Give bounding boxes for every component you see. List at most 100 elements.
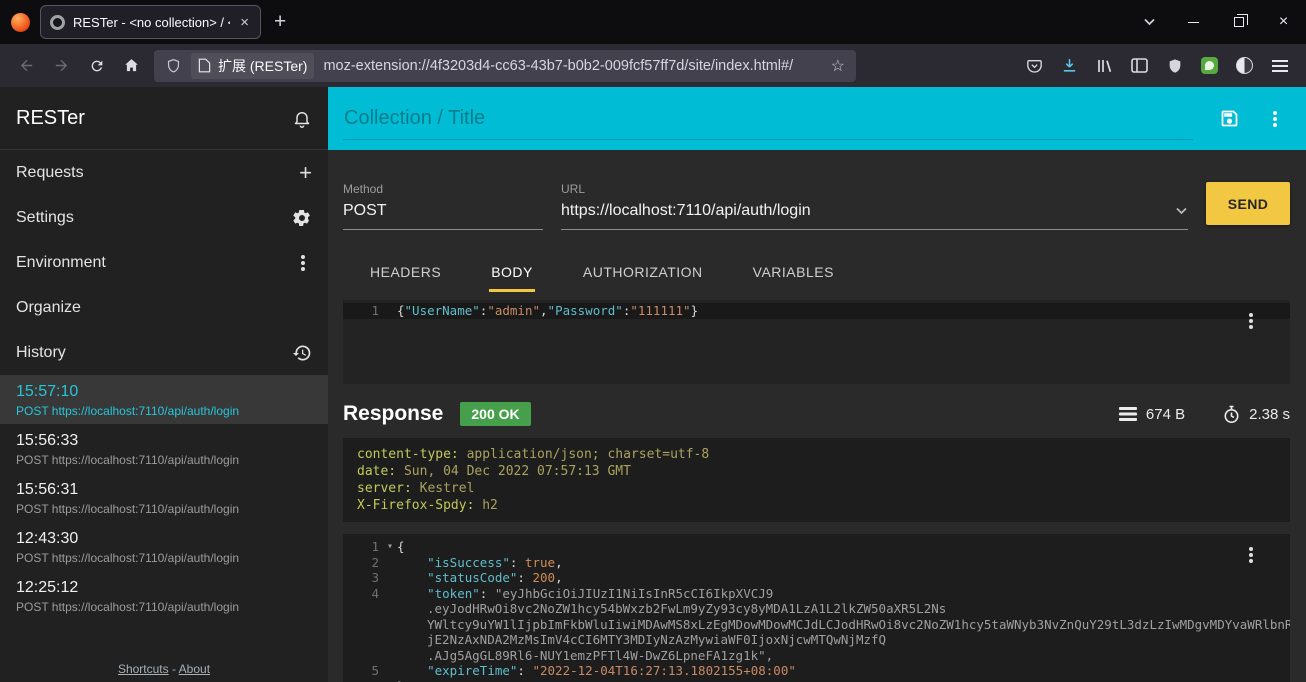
url-bar[interactable]: 扩展 (RESTer) moz-extension://4f3203d4-cc6… <box>154 49 856 82</box>
menu-icon[interactable] <box>1262 50 1297 81</box>
save-request-icon[interactable] <box>1219 108 1240 129</box>
fold-gutter <box>383 586 397 602</box>
history-time: 15:56:31 <box>16 481 79 498</box>
method-field[interactable]: Method POST <box>343 182 543 230</box>
restore-icon <box>1233 14 1248 27</box>
ublock-shield-icon[interactable] <box>1157 50 1192 81</box>
token: : <box>509 554 525 570</box>
notifications-bell-icon[interactable] <box>292 108 312 129</box>
history-time: 15:57:10 <box>16 383 79 400</box>
add-request-icon[interactable]: + <box>299 161 312 183</box>
history-time: 15:56:33 <box>16 432 79 449</box>
tab-variables[interactable]: VARIABLES <box>751 252 836 292</box>
status-badge: 200 OK <box>460 402 531 426</box>
line-number: 1 <box>371 303 379 318</box>
code-text: {"UserName":"admin","Password":"111111"} <box>397 303 1290 319</box>
sidebar-item-label: Settings <box>16 208 74 226</box>
request-url-value[interactable]: https://localhost:7110/api/auth/login <box>561 202 811 220</box>
environment-menu-icon[interactable] <box>294 254 312 272</box>
fold-gutter <box>383 663 397 679</box>
history-item[interactable]: 15:56:33 POST https://localhost:7110/api/… <box>0 424 328 473</box>
list-tabs-chevron-icon[interactable] <box>1128 18 1171 26</box>
response-time-value: 2.38 s <box>1249 405 1290 423</box>
browser-tab[interactable]: RESTer - <no collection> / < × <box>40 5 261 39</box>
dark-reader-icon[interactable] <box>1227 50 1262 81</box>
tab-close-icon[interactable]: × <box>238 14 251 31</box>
settings-gear-icon[interactable] <box>292 208 312 228</box>
history-request: POST https://localhost:7110/api/auth/log… <box>16 600 240 614</box>
fold-arrow-icon[interactable]: ▾ <box>383 539 397 555</box>
tracking-shield-icon[interactable] <box>165 57 182 75</box>
shortcuts-link[interactable]: Shortcuts <box>118 662 169 676</box>
sidebar-item-settings[interactable]: Settings <box>0 195 328 240</box>
history-item[interactable]: 12:25:12 POST https://localhost:7110/api/… <box>0 571 328 620</box>
line-number <box>343 632 383 648</box>
sidebar: RESTer Requests + Settings Environment O… <box>0 87 328 682</box>
request-url-field[interactable]: URL https://localhost:7110/api/auth/logi… <box>561 182 1188 230</box>
token: .AJg5AgGL89Rl6-NUY1emzPFTl4W-DwZ6LpneFA1… <box>427 647 774 663</box>
collection-header: Collection / Title <box>328 87 1306 150</box>
token: "2022-12-04T16:27:13.1802155+08:00" <box>532 663 796 678</box>
token: .eyJodHRwOi8vc2NoZW1hcy54bWxzb2FwLm9yZy9… <box>427 601 947 616</box>
response-body-code: 1 ▾{2 "isSuccess": true, 3 "statusCode": 2… <box>343 539 1290 682</box>
token: "Password" <box>547 303 623 318</box>
token: YWltcy9uYW1lIjpbImFkbWluIiwiMDAwMS8xLzEg… <box>427 616 1290 632</box>
pocket-icon[interactable] <box>1017 50 1052 81</box>
response-editor-menu-icon[interactable] <box>1242 546 1260 564</box>
bookmark-star-icon[interactable]: ☆ <box>831 56 845 76</box>
collection-title-input[interactable]: Collection / Title <box>343 107 1193 140</box>
token: , <box>555 570 563 585</box>
request-editor-menu-icon[interactable] <box>1242 312 1260 330</box>
library-icon[interactable] <box>1087 50 1122 81</box>
header-menu-icon[interactable] <box>1266 110 1284 128</box>
history-item[interactable]: 15:56:31 POST https://localhost:7110/api/… <box>0 473 328 522</box>
line-number <box>343 601 383 617</box>
tab-headers[interactable]: HEADERS <box>368 252 443 292</box>
code-text: "statusCode": 200, <box>397 570 1290 586</box>
firefox-view-icon[interactable] <box>11 12 30 32</box>
close-window-button[interactable]: × <box>1261 0 1306 44</box>
code-line: 2 "isSuccess": true, <box>343 555 1290 571</box>
url-dropdown-chevron-icon[interactable] <box>1175 207 1188 215</box>
sidebar-item-label: Organize <box>16 298 81 316</box>
about-link[interactable]: About <box>179 662 210 676</box>
code-text: YWltcy9uYW1lIjpbImFkbWluIiwiMDAwMS8xLzEg… <box>397 617 1290 633</box>
token: } <box>397 679 405 682</box>
token: true <box>524 554 556 570</box>
main-panel: Collection / Title Method POST URL https… <box>328 87 1306 682</box>
tab-authorization[interactable]: AUTHORIZATION <box>581 252 705 292</box>
tab-body[interactable]: BODY <box>489 252 535 292</box>
send-button[interactable]: SEND <box>1206 182 1290 225</box>
dark-reader-glyph <box>1236 57 1253 74</box>
request-body-editor[interactable]: 1 {"UserName":"admin","Password":"111111"… <box>343 300 1290 384</box>
history-item[interactable]: 12:43:30 POST https://localhost:7110/api/… <box>0 522 328 571</box>
line-number <box>343 617 383 633</box>
line-number: 6 <box>343 679 383 682</box>
token: 200 <box>532 570 556 585</box>
extension-chip[interactable]: 扩展 (RESTer) <box>191 52 315 79</box>
sidebar-item-organize[interactable]: Organize <box>0 285 328 330</box>
minimize-button[interactable] <box>1171 0 1216 44</box>
back-icon[interactable] <box>9 50 44 81</box>
token: "expireTime" <box>427 663 518 678</box>
response-header-value: application/json; charset=utf-8 <box>458 447 710 462</box>
response-body-editor[interactable]: 1 ▾{2 "isSuccess": true, 3 "statusCode": 2… <box>343 534 1290 682</box>
downloads-icon[interactable] <box>1052 50 1087 81</box>
token: : <box>517 570 533 585</box>
history-request: POST https://localhost:7110/api/auth/log… <box>16 551 240 565</box>
forward-icon[interactable] <box>44 50 79 81</box>
new-tab-button[interactable]: + <box>261 10 299 34</box>
url-text[interactable]: moz-extension://4f3203d4-cc63-43b7-b0b2-… <box>323 58 821 74</box>
reload-icon[interactable] <box>79 50 114 81</box>
sidebar-item-requests[interactable]: Requests + <box>0 150 328 195</box>
sidebar-item-history[interactable]: History <box>0 330 328 375</box>
sidebar-item-environment[interactable]: Environment <box>0 240 328 285</box>
history-icon[interactable] <box>292 343 312 363</box>
green-extension-icon[interactable] <box>1192 50 1227 81</box>
home-icon[interactable] <box>114 50 149 81</box>
restore-button[interactable] <box>1216 0 1261 44</box>
history-item[interactable]: 15:57:10 POST https://localhost:7110/api/… <box>0 375 328 424</box>
sidebar-item-label: History <box>16 343 66 361</box>
sidebars-icon[interactable] <box>1122 50 1157 81</box>
method-value[interactable]: POST <box>343 202 543 230</box>
